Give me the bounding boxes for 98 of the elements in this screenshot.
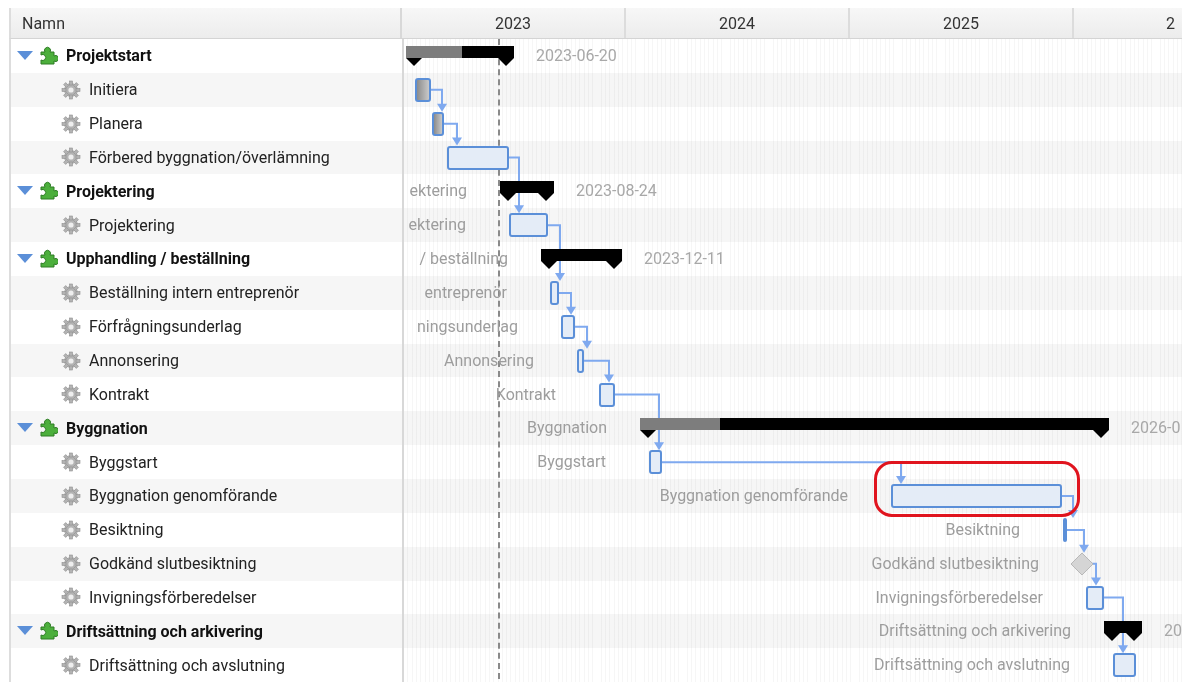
dependency-arrow [443,122,462,146]
task-name[interactable]: Kontrakt [89,384,150,404]
task-name[interactable]: Invigningsförberedelser [89,587,257,607]
bar-label: Godkänd slutbesiktning [871,553,1039,574]
puzzle-icon [38,249,58,269]
gear-icon [61,485,81,506]
bar-label: Byggstart [537,452,606,473]
task-bar[interactable] [891,484,1062,509]
task-name[interactable]: Annonsering [89,351,179,370]
gear-icon [61,79,81,100]
bar-label: Invigningsförberedelser [875,587,1043,608]
dependency-arrow [1091,562,1101,586]
bar-label: ningsunderlag [417,316,518,337]
task-name[interactable]: Driftsättning och avslutning [89,655,285,675]
dependency-arrow [430,88,447,112]
dependency-arrow [558,291,576,315]
gear-icon [61,553,81,574]
bar-label: ektering [408,215,466,236]
task-bar[interactable] [561,314,575,339]
bar-label: Kontrakt [495,384,556,405]
task-name[interactable]: Besiktning [89,520,164,540]
bar-label: Byggnation genomförande [659,486,848,507]
dependency-arrow [547,224,565,281]
bar-label: Annonsering [444,350,534,371]
task-bar[interactable] [415,77,431,102]
bar-label: Driftsättning och arkivering [878,621,1071,642]
gear-icon [61,519,81,540]
bar-end-cap-icon [406,58,422,66]
task-bar[interactable] [1113,653,1136,678]
puzzle-icon [38,45,58,66]
end-date-label: 20 [1164,621,1182,642]
gear-icon [61,215,81,236]
gear-icon [61,587,81,608]
year-header: 2024 [626,8,850,38]
bar-end-cap-icon [498,58,514,66]
expand-toggle-icon[interactable] [17,50,33,61]
task-bar[interactable] [550,280,559,305]
puzzle-icon [38,418,58,439]
gear-icon [61,655,81,676]
dependency-arrow [508,156,524,214]
bar-label: ektering [409,181,467,202]
bar-end-cap-icon [1104,633,1120,642]
expand-toggle-icon[interactable] [17,254,33,264]
gear-icon [61,113,81,134]
expand-toggle-icon[interactable] [17,626,33,637]
column-header[interactable]: Namn [22,13,65,33]
gear-icon [61,384,81,405]
gear-icon [61,282,81,303]
bar-end-cap-icon [541,261,557,270]
gear-icon [61,147,81,168]
year-header: 2 [1165,12,1176,35]
bar-end-cap-icon [640,430,656,439]
group-name[interactable]: Byggnation [66,418,148,438]
bar-label: Besiktning [945,519,1020,540]
gear-icon [61,316,81,337]
bar-end-cap-icon [606,261,622,270]
gear-icon [61,350,81,371]
year-header: 2025 [850,8,1074,38]
task-name[interactable]: Byggstart [89,452,158,472]
end-date-label: 2023-12-11 [644,249,725,270]
task-bar[interactable] [509,213,548,238]
bar-end-cap-icon [1093,430,1109,439]
gear-icon [61,452,81,473]
milestone-diamond-icon[interactable] [1071,552,1093,575]
expand-toggle-icon[interactable] [17,186,33,197]
group-name[interactable]: Projektering [66,181,155,201]
task-name[interactable]: Förfrågningsunderlag [89,317,242,337]
task-bar[interactable] [599,382,615,407]
bar-label: entreprenör [424,282,507,303]
end-date-label: 2023-08-24 [576,181,657,202]
dependency-arrow [1065,528,1089,553]
task-bar[interactable] [432,111,444,136]
task-bar[interactable] [577,348,584,373]
dependency-arrow [583,359,614,383]
task-bar[interactable] [1086,585,1104,610]
group-name[interactable]: Projektstart [66,46,152,66]
bar-end-cap-icon [1126,633,1142,642]
bar-label: Driftsättning och avslutning [874,655,1070,676]
task-bar[interactable] [1063,517,1067,542]
year-header: 2023 [402,8,626,38]
bar-end-cap-icon [500,193,516,202]
end-date-label: 2023-06-20 [536,46,617,66]
task-name[interactable]: Projektering [89,215,175,235]
expand-toggle-icon[interactable] [17,423,33,434]
bar-end-cap-icon [538,193,554,202]
task-bar[interactable] [447,145,509,170]
dependency-arrow [574,325,592,349]
puzzle-icon [38,181,58,202]
task-name[interactable]: Planera [89,114,143,134]
bar-label: / beställning [419,249,508,270]
dependency-arrow [614,393,664,451]
end-date-label: 2026-0 [1131,418,1181,439]
bar-label: Byggnation [526,418,607,439]
puzzle-icon [38,621,58,642]
group-name[interactable]: Upphandling / beställning [66,249,251,269]
dependency-arrow [1103,596,1128,654]
task-bar[interactable] [649,450,662,475]
task-name[interactable]: Initiera [89,80,138,100]
